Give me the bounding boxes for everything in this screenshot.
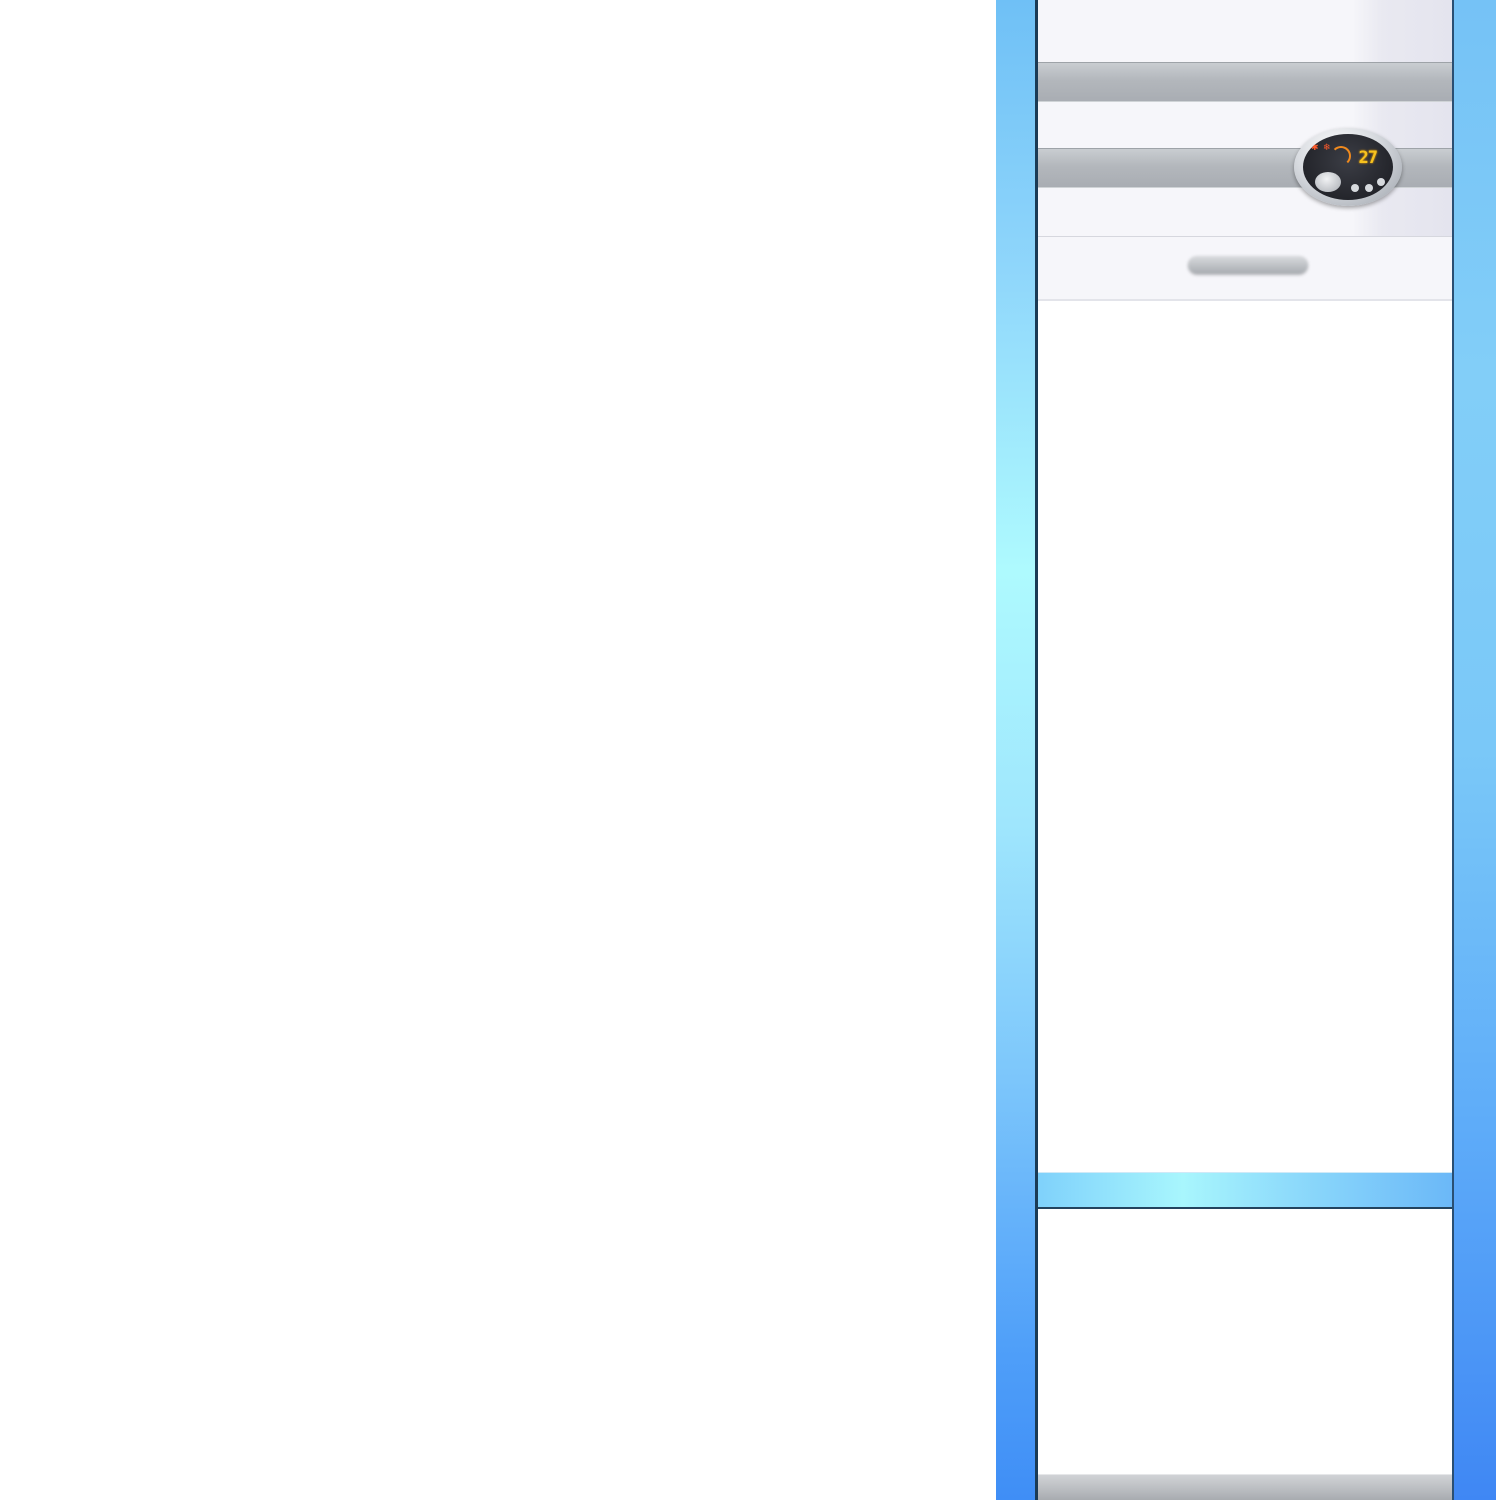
mode-button[interactable] — [1315, 172, 1341, 192]
brand-logo-plate — [1188, 256, 1308, 274]
lower-body-area — [1038, 1209, 1452, 1475]
left-frame-rail — [996, 0, 1038, 1500]
temperature-readout: 27 — [1358, 148, 1379, 168]
air-conditioner-unit: ✱ ❄ 27 — [996, 0, 1496, 1500]
mode-icons: ✱ ❄ — [1311, 142, 1332, 152]
base-plate — [1038, 1474, 1452, 1500]
blue-crossbar — [1038, 1172, 1452, 1210]
display-screen: ✱ ❄ 27 — [1303, 134, 1393, 200]
canvas: ✱ ❄ 27 — [0, 0, 1496, 1500]
top-control-panel: ✱ ❄ 27 — [1038, 0, 1452, 301]
front-grille-area — [1038, 301, 1452, 1171]
fan-arc-icon — [1331, 146, 1351, 166]
right-frame-rail — [1452, 0, 1496, 1500]
temp-down-button[interactable] — [1351, 184, 1359, 192]
power-button[interactable] — [1377, 178, 1385, 186]
panel-divider — [1038, 236, 1452, 237]
control-display-ring: ✱ ❄ 27 — [1294, 128, 1402, 206]
chrome-stripe-upper — [1038, 62, 1452, 102]
temp-up-button[interactable] — [1365, 184, 1373, 192]
